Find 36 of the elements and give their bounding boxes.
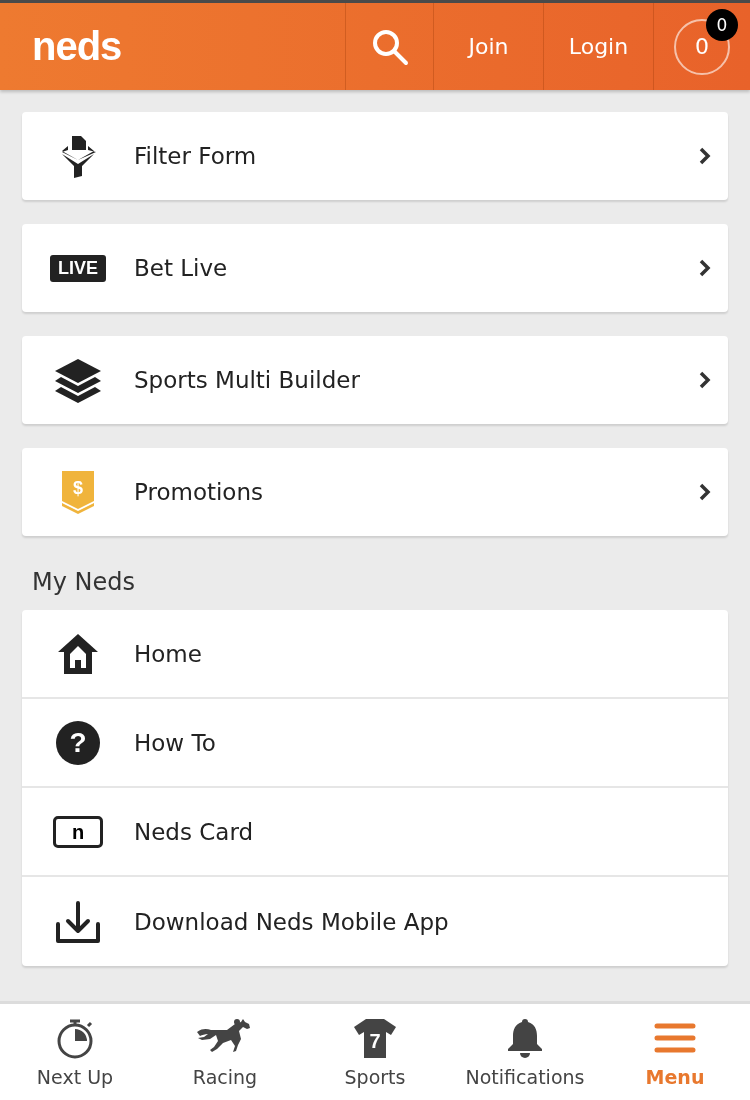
nav-tab[interactable]: Notifications	[450, 1004, 600, 1100]
stopwatch-icon	[55, 1017, 95, 1059]
quick-link-label: Promotions	[134, 479, 264, 505]
menu-item-label: Neds Card	[134, 818, 255, 845]
chevron-right-icon	[698, 482, 712, 502]
live-icon: LIVE	[50, 254, 106, 282]
card-icon: n	[53, 815, 103, 848]
menu-item[interactable]: n Neds Card	[22, 788, 728, 877]
download-icon	[54, 899, 102, 944]
chevron-right-icon	[698, 258, 712, 278]
menu-item-label: Download Neds Mobile App	[134, 908, 450, 935]
jersey-icon: 7	[352, 1017, 398, 1059]
quick-link-card[interactable]: $ Promotions	[22, 448, 728, 536]
menu-item[interactable]: ? How To	[22, 699, 728, 788]
menu-item[interactable]: Download Neds Mobile App	[22, 877, 728, 966]
menu-item-label: Home	[134, 640, 203, 667]
chevron-right-icon	[698, 370, 712, 390]
menu-item-label: How To	[134, 729, 217, 756]
help-icon: ?	[56, 720, 100, 765]
bet-count-badge: 0	[706, 9, 738, 41]
nav-tab[interactable]: Racing	[150, 1004, 300, 1100]
chevron-right-icon	[698, 146, 712, 166]
nav-tab[interactable]: Next Up	[0, 1004, 150, 1100]
layers-icon	[53, 357, 103, 403]
bell-icon	[505, 1017, 545, 1059]
quick-link-label: Bet Live	[134, 255, 229, 281]
menu-icon	[654, 1022, 696, 1054]
section-heading: My Neds	[32, 568, 136, 596]
house-icon	[56, 631, 100, 676]
nav-tab[interactable]: 7 Sports	[300, 1004, 450, 1100]
quick-link-card[interactable]: Filter Form	[22, 112, 728, 200]
quick-link-label: Sports Multi Builder	[134, 367, 361, 393]
quick-link-card[interactable]: Sports Multi Builder	[22, 336, 728, 424]
menu-item[interactable]: Home	[22, 610, 728, 699]
quick-link-label: Filter Form	[134, 143, 258, 169]
quick-link-card[interactable]: LIVE Bet Live	[22, 224, 728, 312]
